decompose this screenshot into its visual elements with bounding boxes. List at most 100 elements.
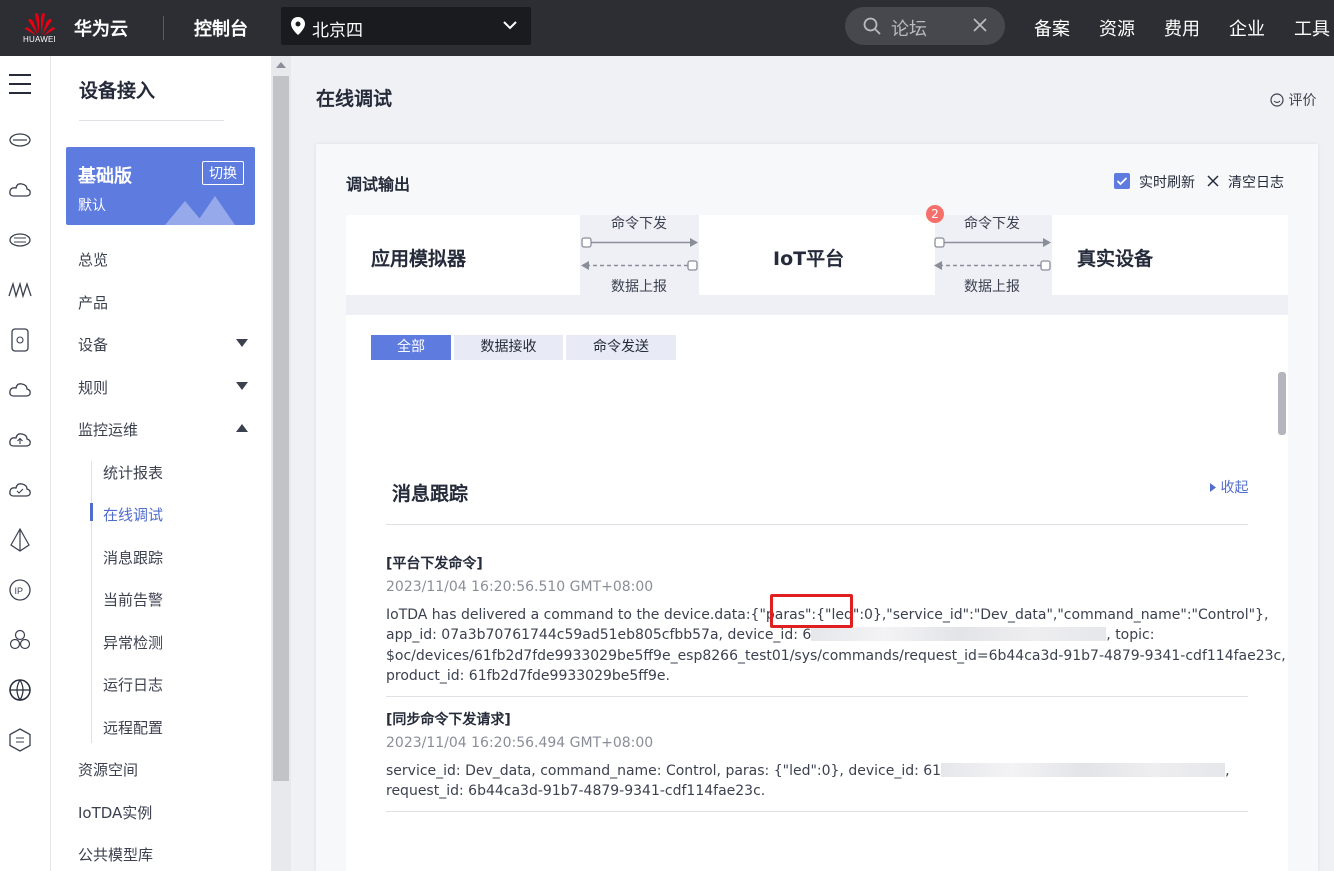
real-device-label: 真实设备 <box>1077 248 1154 270</box>
entry-timestamp: 2023/11/04 16:20:56.494 GMT+08:00 <box>386 735 654 751</box>
search-icon <box>863 17 881 35</box>
cloud-upload-icon[interactable] <box>8 428 32 452</box>
entry-text: service_id: Dev_data, command_name: Cont… <box>386 763 942 779</box>
caret-up-icon[interactable] <box>236 424 248 432</box>
entry-text: , topic: <box>1106 627 1155 643</box>
sidebar-item-rules[interactable]: 规则 <box>78 377 108 398</box>
waveform-icon[interactable] <box>8 278 32 302</box>
entry-title: [同步命令下发请求] <box>386 712 511 728</box>
sidebar-item-resource-space[interactable]: 资源空间 <box>78 759 138 780</box>
redacted-area <box>941 763 1226 777</box>
sidebar-item-ops[interactable]: 监控运维 <box>78 419 138 440</box>
rate-label: 评价 <box>1288 93 1317 109</box>
service-icon-rail: IP <box>0 56 51 871</box>
sidebar-item-iotda-instance[interactable]: IoTDA实例 <box>78 802 152 823</box>
close-icon[interactable] <box>1206 174 1220 188</box>
redacted-area <box>811 627 1107 641</box>
sidebar-scrollbar[interactable] <box>271 56 291 871</box>
scrollbar-thumb[interactable] <box>273 76 289 781</box>
region-name: 北京四 <box>312 21 363 41</box>
rate-button[interactable]: 评价 <box>1270 90 1316 110</box>
ip-icon[interactable]: IP <box>8 578 32 602</box>
data-up-label: 数据上报 <box>611 279 667 295</box>
flow-arrows-right <box>934 237 1051 271</box>
region-selector[interactable]: 北京四 <box>281 7 531 45</box>
nav-tools[interactable]: 工具 <box>1294 15 1330 41</box>
sidebar-item-model-library[interactable]: 公共模型库 <box>78 844 153 865</box>
sidebar-item-product[interactable]: 产品 <box>78 292 108 313</box>
hamburger-menu-icon[interactable] <box>8 73 32 95</box>
flow-arrows-left <box>581 237 698 271</box>
cloud-icon[interactable] <box>8 178 32 202</box>
brand-name[interactable]: 华为云 <box>74 15 128 41</box>
edition-card: 基础版 默认 切换 <box>66 147 255 225</box>
tab-data-receive[interactable]: 数据接收 <box>454 335 563 360</box>
divider <box>386 811 1248 812</box>
app-simulator-label: 应用模拟器 <box>371 248 467 270</box>
database-icon[interactable] <box>8 128 32 152</box>
entry-line: request_id: 6b44ca3d-91b7-4879-9341-cdf1… <box>386 783 766 799</box>
search-box[interactable]: 论坛 <box>845 7 1005 45</box>
divider <box>79 120 224 121</box>
entry-line: $oc/devices/61fb2d7fde9933029be5ff9e_esp… <box>386 648 1286 664</box>
caret-down-icon[interactable] <box>236 339 248 347</box>
sidebar-item-statistics[interactable]: 统计报表 <box>103 462 163 483</box>
decoration-graphic <box>165 196 235 225</box>
entry-text: app_id: 07a3b70761744c59ad51eb805cfbb57a… <box>386 627 812 643</box>
edition-sub: 默认 <box>78 198 106 214</box>
highlight-annotation <box>770 594 853 628</box>
globe-icon[interactable] <box>8 678 32 702</box>
clear-log-button[interactable]: 清空日志 <box>1228 172 1284 192</box>
search-input[interactable]: 论坛 <box>891 15 927 41</box>
realtime-refresh-label[interactable]: 实时刷新 <box>1139 172 1195 192</box>
command-down-label: 命令下发 <box>611 216 667 232</box>
sidebar-item-device[interactable]: 设备 <box>78 334 108 355</box>
scroll-up-icon[interactable] <box>276 62 286 68</box>
divider <box>386 524 1248 525</box>
sidebar-item-remote-config[interactable]: 远程配置 <box>103 717 163 738</box>
tab-command-send[interactable]: 命令发送 <box>566 335 676 360</box>
sidebar-item-online-debug[interactable]: 在线调试 <box>103 504 163 525</box>
nav-resources[interactable]: 资源 <box>1099 15 1135 41</box>
sidebar-item-run-log[interactable]: 运行日志 <box>103 674 163 695</box>
divider <box>386 696 1248 697</box>
location-pin-icon <box>291 17 305 35</box>
nav-filing[interactable]: 备案 <box>1034 15 1070 41</box>
caret-down-icon[interactable] <box>236 382 248 390</box>
storage-icon[interactable] <box>8 228 32 252</box>
close-icon[interactable] <box>971 16 989 34</box>
nav-billing[interactable]: 费用 <box>1164 15 1200 41</box>
entry-text: , <box>1225 763 1230 779</box>
cloud-service-icon[interactable] <box>8 378 32 402</box>
page-title: 在线调试 <box>316 88 393 110</box>
switch-edition-button[interactable]: 切换 <box>202 161 244 185</box>
data-up-label: 数据上报 <box>964 279 1020 295</box>
tab-all[interactable]: 全部 <box>371 335 451 360</box>
divider <box>163 16 164 40</box>
cluster-icon[interactable] <box>8 628 32 652</box>
pyramid-icon[interactable] <box>8 528 32 552</box>
top-bar: HUAWEI 华为云 控制台 北京四 论坛 备案 资源 费用 企业 工具 <box>0 0 1334 56</box>
cloud-check-icon[interactable] <box>8 478 32 502</box>
entry-title: [平台下发命令] <box>386 556 483 572</box>
console-link[interactable]: 控制台 <box>194 15 248 41</box>
device-icon[interactable] <box>8 328 32 352</box>
active-indicator <box>90 503 93 521</box>
sidebar-item-alarms[interactable]: 当前告警 <box>103 589 163 610</box>
service-hub-icon[interactable] <box>8 728 32 752</box>
nav-enterprise[interactable]: 企业 <box>1229 15 1265 41</box>
collapse-label: 收起 <box>1220 480 1249 496</box>
iot-platform-box: IoT平台 <box>699 215 935 295</box>
trace-title: 消息跟踪 <box>392 483 469 505</box>
entry-line: app_id: 07a3b70761744c59ad51eb805cfbb57a… <box>386 627 1154 643</box>
notification-badge: 2 <box>926 205 944 223</box>
log-filter-area <box>346 315 1288 435</box>
log-scrollbar-thumb[interactable] <box>1278 372 1286 435</box>
chevron-down-icon <box>503 21 517 30</box>
realtime-refresh-checkbox[interactable] <box>1114 173 1130 189</box>
collapse-button[interactable]: 收起 <box>1210 477 1248 497</box>
sidebar-item-message-trace[interactable]: 消息跟踪 <box>103 547 163 568</box>
entry-timestamp: 2023/11/04 16:20:56.510 GMT+08:00 <box>386 579 654 595</box>
sidebar-item-anomaly[interactable]: 异常检测 <box>103 632 163 653</box>
sidebar-item-overview[interactable]: 总览 <box>78 249 108 270</box>
